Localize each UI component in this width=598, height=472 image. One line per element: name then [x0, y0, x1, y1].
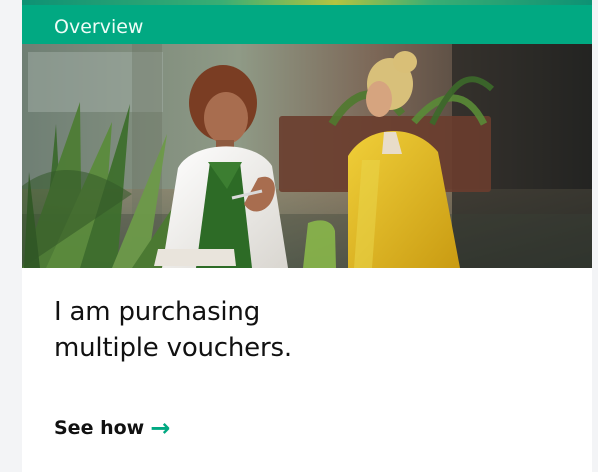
ribbon-image-edge: [22, 0, 592, 5]
see-how-link[interactable]: See how →: [54, 416, 170, 440]
overview-ribbon: Overview: [22, 0, 592, 44]
card-title: I am purchasing multiple vouchers.: [54, 297, 292, 363]
overview-label: Overview: [54, 16, 144, 38]
right-arrow-icon: →: [150, 414, 171, 442]
overview-card: Overview I am purchasing multiple vouche…: [22, 0, 592, 472]
hero-image: [22, 44, 592, 268]
see-how-label: See how: [54, 417, 145, 439]
meeting-photo: [22, 44, 592, 268]
